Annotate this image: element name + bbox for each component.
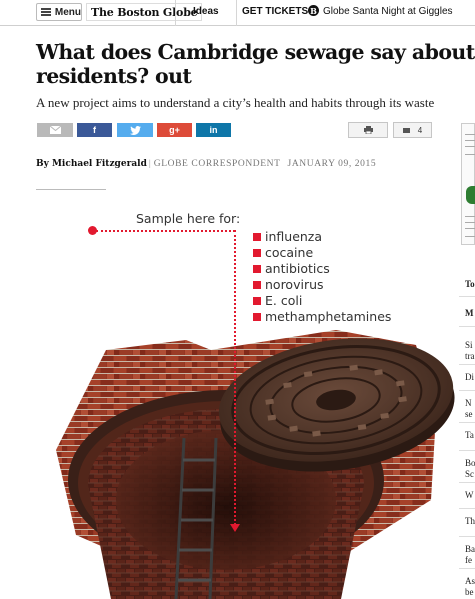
get-tickets-label[interactable]: GET TICKETS bbox=[242, 6, 308, 17]
ad-text-line bbox=[465, 146, 475, 147]
red-square-bullet-icon bbox=[253, 265, 261, 273]
byline-separator: | bbox=[148, 159, 151, 169]
comment-icon bbox=[402, 127, 410, 133]
nav-divider bbox=[175, 0, 176, 26]
boston-globe-logo[interactable]: The Boston Globe bbox=[86, 3, 203, 21]
rail-divider bbox=[459, 296, 475, 297]
article-headline: What does Cambridge sewage say about res… bbox=[36, 40, 475, 88]
ad-text-line bbox=[465, 236, 475, 237]
share-google-plus-button[interactable]: g+ bbox=[157, 123, 192, 137]
ad-text-line bbox=[465, 134, 475, 135]
ad-text-line bbox=[465, 222, 475, 223]
pointer-line-vertical bbox=[234, 230, 236, 525]
rail-heading: To bbox=[465, 279, 475, 289]
rail-tab-most[interactable]: M bbox=[465, 308, 475, 319]
mail-icon bbox=[49, 126, 61, 134]
hamburger-icon bbox=[41, 8, 51, 16]
comments-button[interactable]: 4 bbox=[393, 122, 432, 138]
logo-text: The Boston Globe bbox=[91, 5, 198, 19]
manhole-illustration bbox=[56, 330, 455, 599]
ad-logo-icon bbox=[466, 186, 475, 204]
nav-divider bbox=[236, 0, 237, 26]
share-email-button[interactable] bbox=[37, 123, 73, 137]
rail-divider bbox=[459, 364, 475, 365]
list-item: E. coli bbox=[253, 293, 391, 309]
rail-divider bbox=[459, 482, 475, 483]
print-button[interactable] bbox=[348, 122, 388, 138]
share-facebook-button[interactable]: f bbox=[77, 123, 112, 137]
list-item: influenza bbox=[253, 229, 391, 245]
ad-text-line bbox=[465, 154, 475, 155]
rail-story-link[interactable]: Ba fe bbox=[465, 544, 475, 566]
list-item: cocaine bbox=[253, 245, 391, 261]
linkedin-icon: in bbox=[209, 125, 218, 135]
publish-date: JANUARY 09, 2015 bbox=[287, 159, 377, 169]
byline-divider bbox=[36, 189, 106, 190]
ad-text-line bbox=[465, 216, 475, 217]
rail-divider bbox=[459, 450, 475, 451]
graphic-title: Sample here for: bbox=[136, 211, 241, 226]
rail-divider bbox=[459, 508, 475, 509]
rail-divider bbox=[459, 568, 475, 569]
globe-b-icon: B bbox=[308, 5, 319, 16]
menu-label: Menu bbox=[54, 6, 81, 18]
byline: By Michael Fitzgerald | GLOBE CORRESPOND… bbox=[36, 159, 376, 169]
rail-divider bbox=[459, 390, 475, 391]
list-item: norovirus bbox=[253, 277, 391, 293]
rail-story-link[interactable]: Bo Sc bbox=[465, 458, 475, 480]
rail-story-link[interactable]: Ta bbox=[465, 430, 475, 441]
author-role: GLOBE CORRESPONDENT bbox=[153, 159, 281, 169]
promo-link[interactable]: Globe Santa Night at Giggles bbox=[323, 6, 453, 17]
rail-story-link[interactable]: Di bbox=[465, 372, 475, 383]
top-nav: Menu The Boston Globe Ideas GET TICKETS … bbox=[0, 0, 475, 26]
rail-story-link[interactable]: Si tra bbox=[465, 340, 475, 362]
rail-story-link[interactable]: W bbox=[465, 490, 475, 501]
rail-divider bbox=[459, 422, 475, 423]
nav-link-ideas[interactable]: Ideas bbox=[193, 6, 219, 17]
comment-count: 4 bbox=[417, 125, 423, 135]
rail-advertisement[interactable] bbox=[461, 123, 475, 245]
sample-list: influenza cocaine antibiotics norovirus … bbox=[253, 229, 391, 325]
share-linkedin-button[interactable]: in bbox=[196, 123, 231, 137]
rail-story-link[interactable]: Nse bbox=[465, 398, 475, 420]
print-icon bbox=[363, 126, 373, 134]
facebook-icon: f bbox=[93, 125, 96, 135]
share-twitter-button[interactable] bbox=[117, 123, 153, 137]
rail-story-link[interactable]: As be bbox=[465, 576, 475, 598]
google-plus-icon: g+ bbox=[169, 125, 180, 135]
article-dek: A new project aims to understand a city’… bbox=[36, 95, 435, 110]
list-item: antibiotics bbox=[253, 261, 391, 277]
ad-text-line bbox=[465, 228, 475, 229]
down-arrow-icon bbox=[230, 524, 240, 532]
red-square-bullet-icon bbox=[253, 297, 261, 305]
ad-text-line bbox=[465, 140, 475, 141]
red-square-bullet-icon bbox=[253, 233, 261, 241]
rail-divider bbox=[459, 326, 475, 327]
list-item: methamphetamines bbox=[253, 309, 391, 325]
rail-divider bbox=[459, 536, 475, 537]
pointer-line-horizontal bbox=[96, 230, 235, 232]
red-square-bullet-icon bbox=[253, 249, 261, 257]
menu-button[interactable]: Menu bbox=[36, 3, 82, 21]
twitter-bird-icon bbox=[129, 125, 141, 135]
author-name[interactable]: By Michael Fitzgerald bbox=[36, 159, 147, 169]
rail-story-link[interactable]: Th bbox=[465, 516, 475, 527]
red-square-bullet-icon bbox=[253, 281, 261, 289]
red-square-bullet-icon bbox=[253, 313, 261, 321]
